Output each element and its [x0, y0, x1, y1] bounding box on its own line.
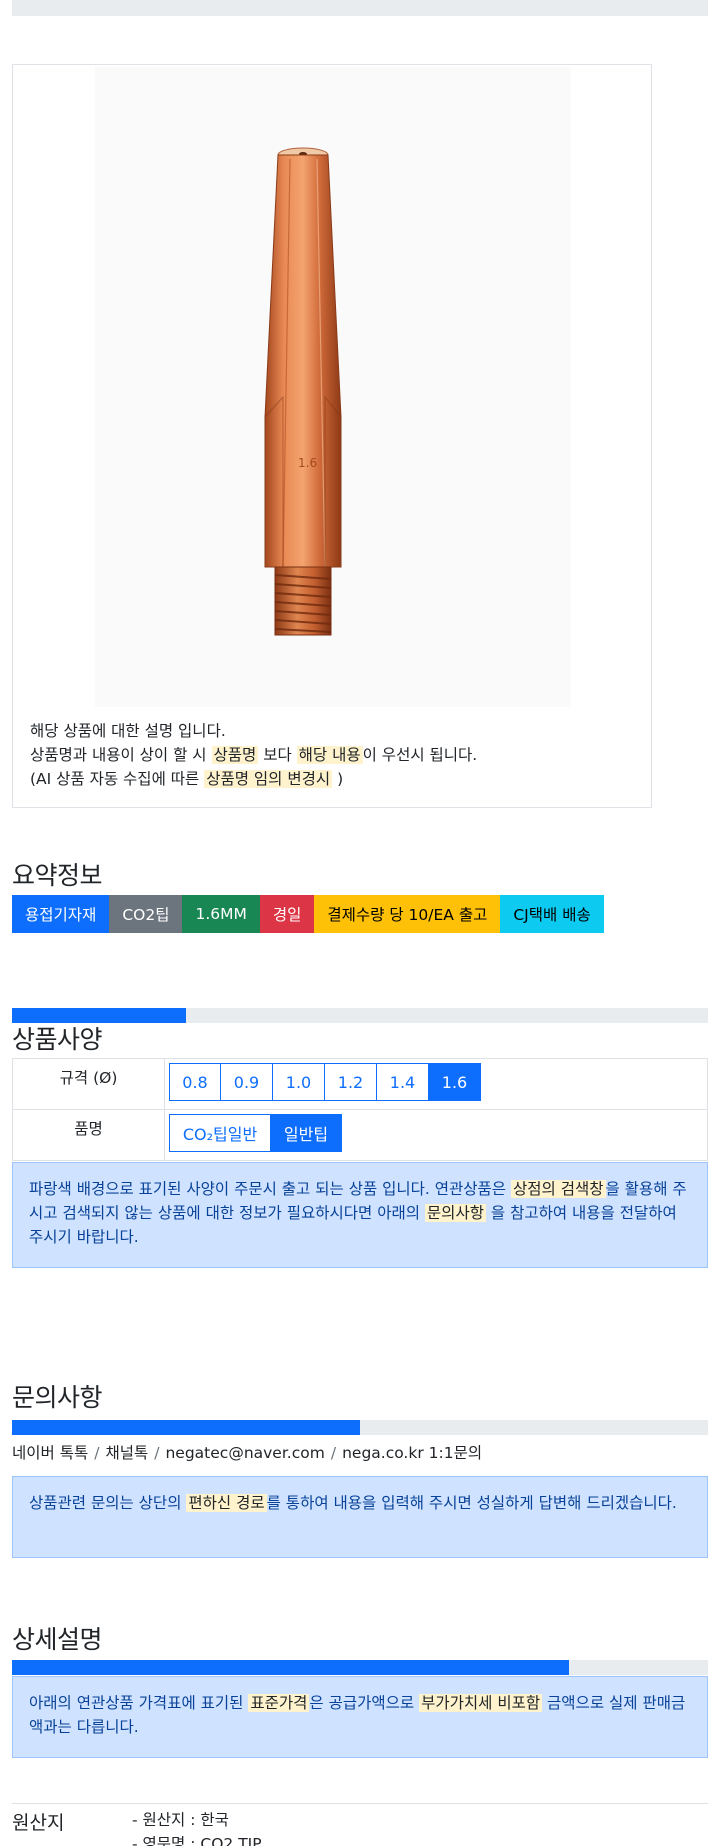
summary-badge: 1.6MM: [182, 895, 260, 933]
link-separator: /: [330, 1444, 337, 1462]
link-separator: /: [154, 1444, 160, 1462]
summary-badge: 경일: [259, 895, 315, 933]
name-option[interactable]: CO₂팁일반: [169, 1114, 271, 1152]
origin-item: - 원산지 : 한국: [132, 1811, 229, 1829]
name-option[interactable]: 일반팁: [270, 1114, 342, 1152]
spec-progress: [12, 1008, 708, 1023]
summary-badge: CO2팁: [109, 895, 183, 933]
size-option[interactable]: 0.8: [169, 1063, 221, 1101]
summary-badge: 결제수량 당 10/EA 출고: [314, 895, 501, 933]
link-separator: /: [94, 1444, 100, 1462]
origin-item: - 영문명 : CO2 TIP: [132, 1835, 262, 1846]
size-option[interactable]: 1.6: [428, 1063, 481, 1101]
contact-links: 네이버 톡톡 / 채널톡 / negatec@naver.com / nega.co.kr …: [12, 1441, 482, 1463]
contact-link[interactable]: 채널톡: [105, 1444, 148, 1462]
product-image: 1.6: [95, 67, 571, 707]
inquiry-progress-fill: [12, 1420, 360, 1435]
detail-alert: 아래의 연관상품 가격표에 표기된 표준가격 은 공급가액으로 부가가치세 비포함…: [12, 1676, 708, 1758]
size-option[interactable]: 0.9: [220, 1063, 273, 1101]
origin-items: - 원산지 : 한국 - 영문명 : CO2 TIP: [132, 1808, 262, 1846]
origin-divider: [12, 1803, 708, 1804]
note-line-3: (AI 상품 자동 수집에 따른 상품명 임의 변경시 ): [30, 770, 344, 788]
spec-title: 상품사양: [12, 1025, 103, 1054]
spec-row-name: 품명 CO₂팁일반 일반팁: [12, 1109, 708, 1161]
spec-alert: 파랑색 배경으로 표기된 사양이 주문시 출고 되는 상품 입니다. 연관상품은…: [12, 1162, 708, 1268]
summary-badge: 용접기자재: [12, 895, 110, 933]
spec-table: 규격 (Ø) 0.8 0.9 1.0 1.2 1.4 1.6 품명 CO₂팁일반 일반팁: [12, 1058, 708, 1161]
contact-tip-illustration: 1.6: [264, 147, 342, 636]
product-card: 1.6 해당 상품에 대한 설명 입니다. 상품명과 내용이 상이 할 시 상품…: [12, 64, 652, 808]
size-label: 규격 (Ø): [12, 1058, 165, 1110]
origin-label: 원산지: [12, 1812, 65, 1834]
name-options: CO₂팁일반 일반팁: [169, 1114, 703, 1152]
size-option[interactable]: 1.2: [324, 1063, 377, 1101]
summary-badges: 용접기자재 CO2팁 1.6MM 경일 결제수량 당 10/EA 출고 CJ택배 배송: [12, 895, 604, 933]
product-note: 해당 상품에 대한 설명 입니다. 상품명과 내용이 상이 할 시 상품명 보다…: [30, 719, 477, 791]
top-progress-bar: [12, 0, 708, 16]
detail-title: 상세설명: [12, 1625, 103, 1654]
contact-link[interactable]: 네이버 톡톡: [12, 1444, 88, 1462]
size-options: 0.8 0.9 1.0 1.2 1.4 1.6: [169, 1063, 703, 1101]
size-option[interactable]: 1.4: [376, 1063, 429, 1101]
inquiry-title: 문의사항: [12, 1383, 103, 1412]
inquiry-progress: [12, 1420, 708, 1435]
name-label: 품명: [12, 1109, 165, 1161]
contact-link[interactable]: nega.co.kr 1:1문의: [342, 1444, 482, 1462]
svg-text:1.6: 1.6: [298, 456, 317, 470]
note-line-2: 상품명과 내용이 상이 할 시 상품명 보다 해당 내용 이 우선시 됩니다.: [30, 746, 478, 764]
note-line-1: 해당 상품에 대한 설명 입니다.: [30, 722, 226, 740]
inquiry-alert: 상품관련 문의는 상단의 편하신 경로 를 통하여 내용을 입력해 주시면 성실하…: [12, 1476, 708, 1558]
summary-badge: CJ택배 배송: [500, 895, 604, 933]
summary-title: 요약정보: [12, 861, 103, 890]
detail-progress: [12, 1660, 708, 1675]
detail-progress-fill: [12, 1660, 569, 1675]
contact-link[interactable]: negatec@naver.com: [165, 1444, 324, 1462]
size-option[interactable]: 1.0: [272, 1063, 325, 1101]
spec-row-size: 규격 (Ø) 0.8 0.9 1.0 1.2 1.4 1.6: [12, 1058, 708, 1110]
